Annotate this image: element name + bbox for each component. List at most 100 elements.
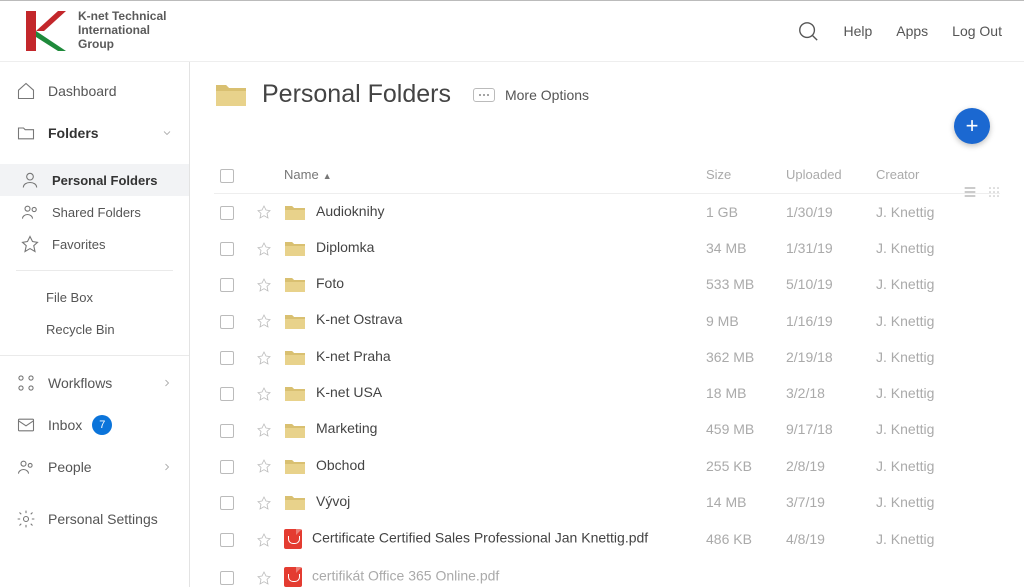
nav-recycle-bin[interactable]: Recycle Bin xyxy=(0,313,189,345)
row-checkbox[interactable] xyxy=(214,484,250,520)
row-star[interactable] xyxy=(250,193,278,230)
file-table: Name▲ Size Uploaded Creator Audioknihy1 … xyxy=(214,159,1000,587)
apps-link[interactable]: Apps xyxy=(896,23,928,39)
row-size: 459 MB xyxy=(700,411,780,447)
person-icon xyxy=(20,170,40,190)
row-checkbox[interactable] xyxy=(214,302,250,338)
row-checkbox[interactable] xyxy=(214,193,250,230)
top-bar: K-net Technical International Group Help… xyxy=(0,0,1024,62)
view-toggle xyxy=(962,184,1002,200)
table-row[interactable]: K-net USA18 MB3/2/18J. Knettig xyxy=(214,375,1000,411)
nav-people[interactable]: People xyxy=(0,446,189,488)
nav-inbox[interactable]: Inbox 7 xyxy=(0,404,189,446)
row-size: 1 GB xyxy=(700,193,780,230)
table-row[interactable]: Obchod255 KB2/8/19J. Knettig xyxy=(214,448,1000,484)
row-name[interactable]: Obchod xyxy=(278,448,700,484)
nav-folders[interactable]: Folders xyxy=(0,112,189,154)
row-uploaded: 3/7/19 xyxy=(780,484,870,520)
table-row[interactable]: Diplomka34 MB1/31/19J. Knettig xyxy=(214,230,1000,266)
row-name[interactable]: K-net Ostrava xyxy=(278,302,700,338)
list-view-icon[interactable] xyxy=(962,184,978,200)
row-checkbox[interactable] xyxy=(214,520,250,558)
nav-label: Shared Folders xyxy=(52,205,141,220)
row-star[interactable] xyxy=(250,484,278,520)
row-star[interactable] xyxy=(250,375,278,411)
nav-file-box[interactable]: File Box xyxy=(0,281,189,313)
table-row[interactable]: K-net Ostrava9 MB1/16/19J. Knettig xyxy=(214,302,1000,338)
row-size: 14 MB xyxy=(700,484,780,520)
row-checkbox[interactable] xyxy=(214,230,250,266)
row-name[interactable]: Vývoj xyxy=(278,484,700,520)
row-creator: J. Knettig xyxy=(870,411,1000,447)
nav-workflows[interactable]: Workflows xyxy=(0,362,189,404)
row-star[interactable] xyxy=(250,411,278,447)
search-icon[interactable] xyxy=(797,20,819,42)
row-star[interactable] xyxy=(250,520,278,558)
table-row[interactable]: Marketing459 MB9/17/18J. Knettig xyxy=(214,411,1000,447)
row-checkbox[interactable] xyxy=(214,375,250,411)
brand-line2: International xyxy=(78,24,166,38)
row-checkbox[interactable] xyxy=(214,339,250,375)
add-button[interactable]: + xyxy=(954,108,990,144)
row-checkbox[interactable] xyxy=(214,558,250,587)
nav-shared-folders[interactable]: Shared Folders xyxy=(0,196,189,228)
pdf-icon xyxy=(284,567,302,587)
col-checkbox[interactable] xyxy=(214,159,250,193)
row-name[interactable]: Marketing xyxy=(278,411,700,447)
logout-link[interactable]: Log Out xyxy=(952,23,1002,39)
nav-dashboard[interactable]: Dashboard xyxy=(0,70,189,112)
row-star[interactable] xyxy=(250,302,278,338)
table-row[interactable]: Foto533 MB5/10/19J. Knettig xyxy=(214,266,1000,302)
sidebar: Dashboard Folders Personal Folders Share… xyxy=(0,62,190,587)
brand-line3: Group xyxy=(78,38,166,52)
row-uploaded: 9/17/18 xyxy=(780,411,870,447)
nav-label: Workflows xyxy=(48,375,112,391)
row-star[interactable] xyxy=(250,448,278,484)
row-star[interactable] xyxy=(250,266,278,302)
row-name[interactable]: Diplomka xyxy=(278,230,700,266)
row-checkbox[interactable] xyxy=(214,448,250,484)
nav-settings[interactable]: Personal Settings xyxy=(0,498,189,540)
nav-label: Folders xyxy=(48,125,99,141)
nav-label: Recycle Bin xyxy=(46,322,115,337)
row-star[interactable] xyxy=(250,558,278,587)
more-options-link[interactable]: More Options xyxy=(505,87,589,103)
workflow-icon xyxy=(16,373,36,393)
brand-line1: K-net Technical xyxy=(78,10,166,24)
row-checkbox[interactable] xyxy=(214,266,250,302)
row-creator: J. Knettig xyxy=(870,375,1000,411)
table-row[interactable]: K-net Praha362 MB2/19/18J. Knettig xyxy=(214,339,1000,375)
more-options-icon[interactable] xyxy=(473,88,495,102)
row-star[interactable] xyxy=(250,230,278,266)
main-content: Personal Folders More Options + Name▲ Si… xyxy=(190,62,1024,587)
row-name[interactable]: Foto xyxy=(278,266,700,302)
row-name[interactable]: Audioknihy xyxy=(278,193,700,230)
row-size: 18 MB xyxy=(700,375,780,411)
table-row[interactable]: Audioknihy1 GB1/30/19J. Knettig xyxy=(214,193,1000,230)
row-name[interactable]: K-net USA xyxy=(278,375,700,411)
top-actions: Help Apps Log Out xyxy=(797,20,1002,42)
row-size: 362 MB xyxy=(700,339,780,375)
table-row[interactable]: Vývoj14 MB3/7/19J. Knettig xyxy=(214,484,1000,520)
row-star[interactable] xyxy=(250,339,278,375)
nav-favorites[interactable]: Favorites xyxy=(0,228,189,260)
table-row[interactable]: certifikát Office 365 Online.pdf xyxy=(214,558,1000,587)
help-link[interactable]: Help xyxy=(843,23,872,39)
col-size[interactable]: Size xyxy=(700,159,780,193)
grid-view-icon[interactable] xyxy=(986,184,1002,200)
star-icon xyxy=(20,234,40,254)
page-title: Personal Folders xyxy=(262,80,451,109)
col-uploaded[interactable]: Uploaded xyxy=(780,159,870,193)
row-name[interactable]: K-net Praha xyxy=(278,339,700,375)
row-size: 255 KB xyxy=(700,448,780,484)
row-name[interactable]: certifikát Office 365 Online.pdf xyxy=(278,558,700,587)
row-creator: J. Knettig xyxy=(870,266,1000,302)
col-name[interactable]: Name▲ xyxy=(278,159,700,193)
row-uploaded: 3/2/18 xyxy=(780,375,870,411)
folder-icon xyxy=(16,123,36,143)
row-checkbox[interactable] xyxy=(214,411,250,447)
row-uploaded: 1/30/19 xyxy=(780,193,870,230)
row-name[interactable]: Certificate Certified Sales Professional… xyxy=(278,520,700,558)
nav-personal-folders[interactable]: Personal Folders xyxy=(0,164,189,196)
table-row[interactable]: Certificate Certified Sales Professional… xyxy=(214,520,1000,558)
